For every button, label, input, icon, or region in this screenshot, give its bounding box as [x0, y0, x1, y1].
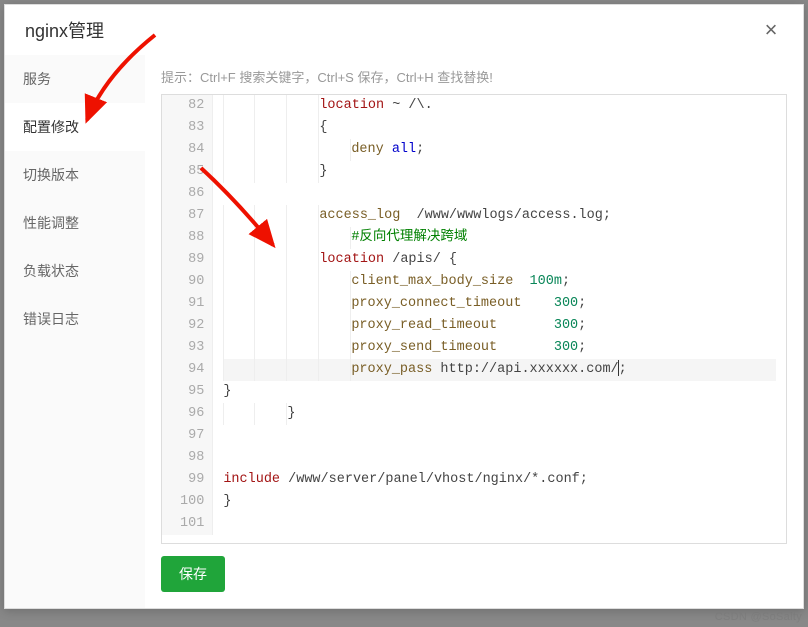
code-line-99[interactable]: include /www/server/panel/vhost/nginx/*.…	[223, 469, 776, 491]
save-button[interactable]: 保存	[161, 556, 225, 592]
code-line-90[interactable]: client_max_body_size 100m;	[223, 271, 776, 293]
code-line-98[interactable]	[223, 447, 776, 469]
code-line-97[interactable]	[223, 425, 776, 447]
code-line-85[interactable]: }	[223, 161, 776, 183]
sidebar-item-0[interactable]: 服务	[5, 55, 145, 103]
modal-header: nginx管理 ×	[5, 5, 803, 55]
nginx-modal: nginx管理 × 服务配置修改切换版本性能调整负载状态错误日志 提示：Ctrl…	[4, 4, 804, 609]
code-line-91[interactable]: proxy_connect_timeout 300;	[223, 293, 776, 315]
code-line-86[interactable]	[223, 183, 776, 205]
code-line-88[interactable]: #反向代理解决跨域	[223, 227, 776, 249]
code-line-83[interactable]: {	[223, 117, 776, 139]
close-icon[interactable]: ×	[759, 18, 783, 42]
code-line-84[interactable]: deny all;	[223, 139, 776, 161]
modal-body: 服务配置修改切换版本性能调整负载状态错误日志 提示：Ctrl+F 搜索关键字，C…	[5, 55, 803, 608]
code-line-100[interactable]: }	[223, 491, 776, 513]
code-editor[interactable]: 8283848586878889909192939495969798991001…	[161, 94, 787, 544]
code-line-94[interactable]: proxy_pass http://api.xxxxxx.com/;	[223, 359, 776, 381]
content-pane: 提示：Ctrl+F 搜索关键字，Ctrl+S 保存，Ctrl+H 查找替换! 8…	[145, 55, 803, 608]
sidebar-item-3[interactable]: 性能调整	[5, 199, 145, 247]
sidebar-item-4[interactable]: 负载状态	[5, 247, 145, 295]
editor-scroll[interactable]: 8283848586878889909192939495969798991001…	[162, 95, 786, 543]
code-line-89[interactable]: location /apis/ {	[223, 249, 776, 271]
code-line-82[interactable]: location ~ /\.	[223, 95, 776, 117]
line-gutter: 8283848586878889909192939495969798991001…	[162, 95, 213, 535]
sidebar: 服务配置修改切换版本性能调整负载状态错误日志	[5, 55, 145, 608]
code-line-95[interactable]: }	[223, 381, 776, 403]
code-area[interactable]: location ~ /\.{deny all;} access_log /www…	[213, 95, 786, 535]
code-line-93[interactable]: proxy_send_timeout 300;	[223, 337, 776, 359]
modal-title: nginx管理	[25, 17, 104, 43]
sidebar-item-1[interactable]: 配置修改	[5, 103, 145, 151]
code-line-101[interactable]	[223, 513, 776, 535]
watermark: CSDN @SoSalty	[715, 611, 802, 623]
code-line-87[interactable]: access_log /www/wwwlogs/access.log;	[223, 205, 776, 227]
code-line-96[interactable]: }	[223, 403, 776, 425]
sidebar-item-5[interactable]: 错误日志	[5, 295, 145, 343]
editor-hint: 提示：Ctrl+F 搜索关键字，Ctrl+S 保存，Ctrl+H 查找替换!	[161, 67, 787, 86]
code-line-92[interactable]: proxy_read_timeout 300;	[223, 315, 776, 337]
sidebar-item-2[interactable]: 切换版本	[5, 151, 145, 199]
